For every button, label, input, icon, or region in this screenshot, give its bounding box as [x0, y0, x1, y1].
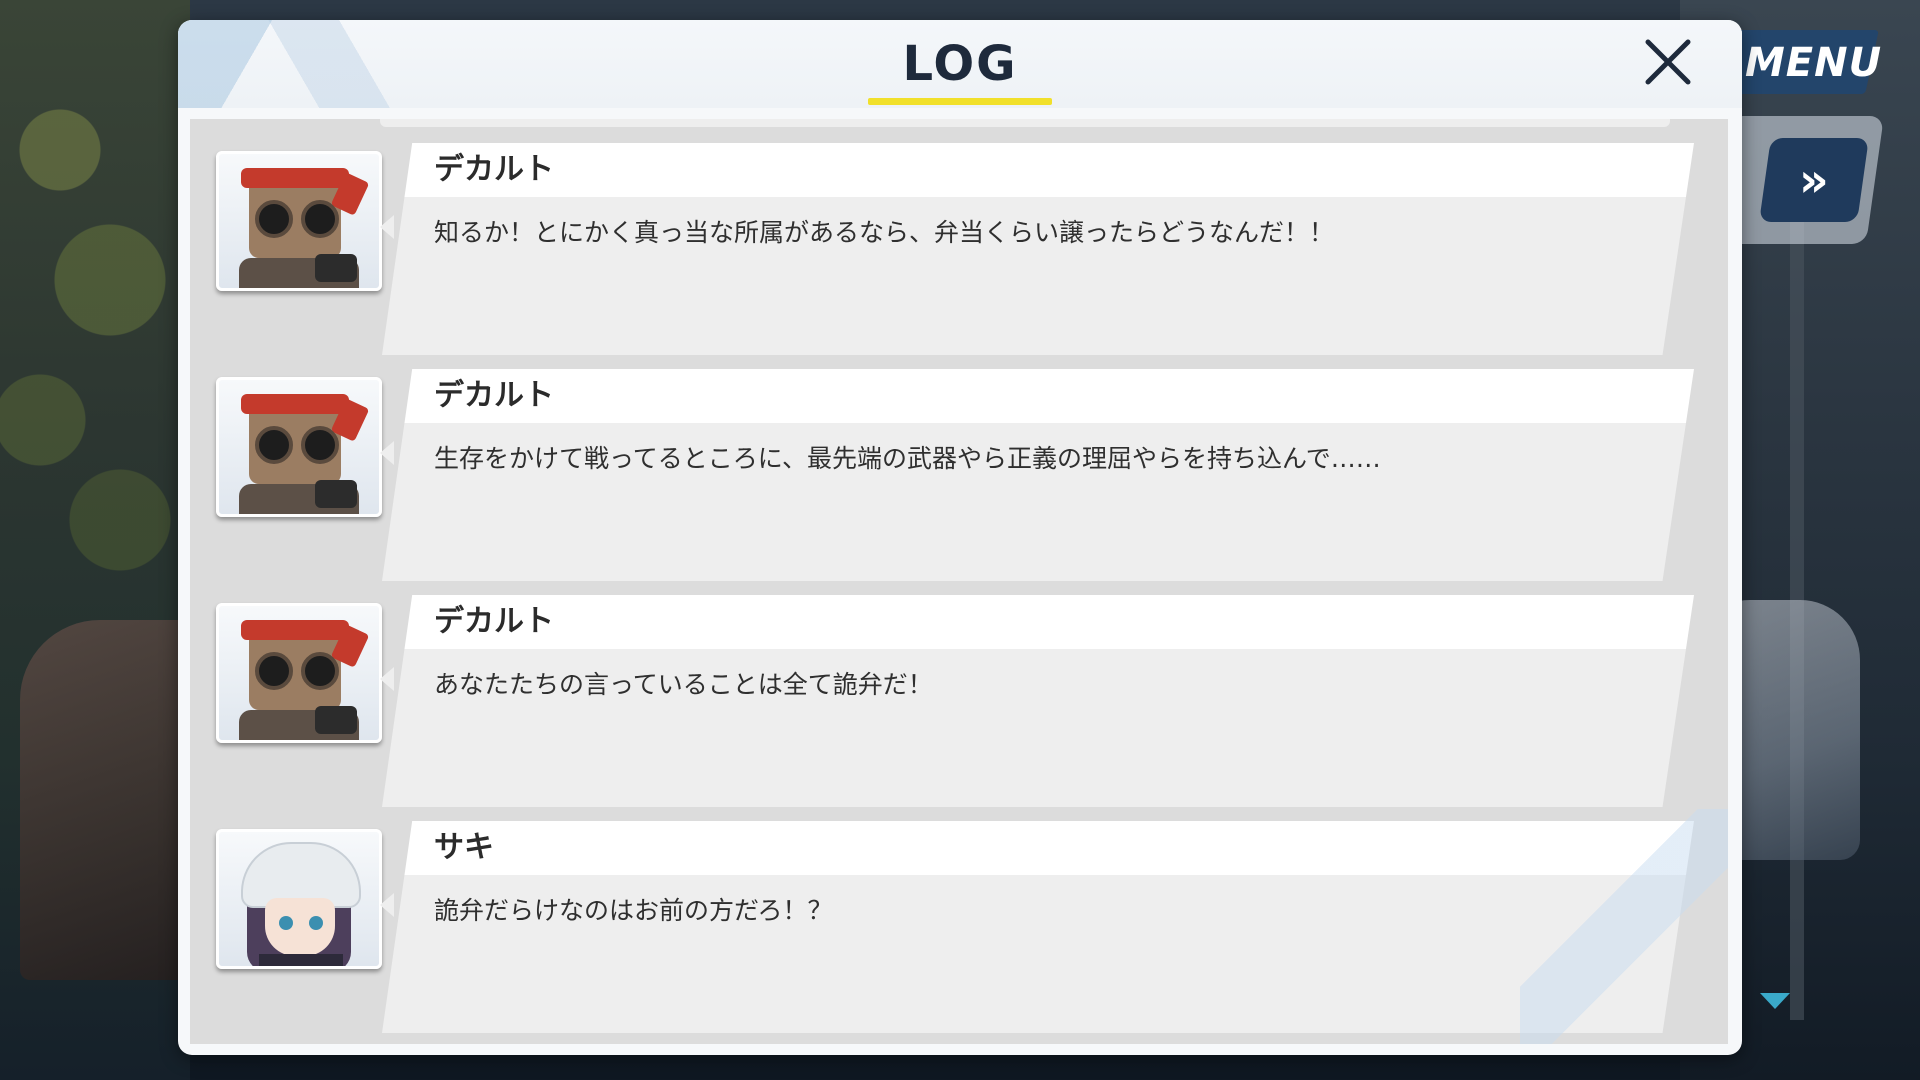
robot-avatar: [216, 377, 382, 517]
dialogue-text: 詭弁だらけなのはお前の方だろ！？: [434, 896, 833, 925]
log-entry: デカルト 生存をかけて戦ってるところに、最先端の武器やら正義の理屈やらを持ち込ん…: [190, 369, 1728, 587]
title-underline: [868, 98, 1052, 105]
avatar-pointer: [380, 893, 394, 917]
menu-label: MENU: [1745, 40, 1883, 86]
log-list[interactable]: デカルト 知るか！とにかく真っ当な所属があるなら、弁当くらい譲ったらどうなんだ！…: [190, 119, 1728, 1044]
fast-forward-icon: »: [1799, 153, 1829, 207]
modal-title: LOG: [902, 36, 1018, 92]
log-entry: サキ 詭弁だらけなのはお前の方だろ！？: [190, 821, 1728, 1039]
robot-avatar: [216, 603, 382, 743]
avatar-pointer: [380, 215, 394, 239]
modal-header: LOG: [178, 20, 1742, 108]
fast-forward-button[interactable]: »: [1759, 138, 1869, 222]
avatar-pointer: [380, 667, 394, 691]
speaker-name: デカルト: [434, 604, 554, 639]
log-entry: デカルト あなたたちの言っていることは全て詭弁だ！: [190, 595, 1728, 813]
dialogue-text: 知るか！とにかく真っ当な所属があるなら、弁当くらい譲ったらどうなんだ！！: [434, 218, 1335, 247]
triangle-down-icon: [1760, 993, 1790, 1009]
speaker-name: デカルト: [434, 152, 554, 187]
girl-avatar: [216, 829, 382, 969]
close-button[interactable]: [1640, 34, 1696, 90]
previous-entry-edge: [380, 119, 1670, 127]
close-icon: [1645, 39, 1691, 85]
avatar-pointer: [380, 441, 394, 465]
dialogue-text: あなたたちの言っていることは全て詭弁だ！: [434, 670, 933, 699]
robot-avatar: [216, 151, 382, 291]
log-entry: デカルト 知るか！とにかく真っ当な所属があるなら、弁当くらい譲ったらどうなんだ！…: [190, 143, 1728, 361]
speaker-name: サキ: [434, 830, 494, 865]
dialogue-text: 生存をかけて戦ってるところに、最先端の武器やら正義の理屈やらを持ち込んで……: [434, 444, 1381, 473]
speaker-name: デカルト: [434, 378, 554, 413]
log-modal: LOG デカルト 知るか！とにかく真っ当な所属があるなら、弁当くらい譲ったらどう…: [178, 20, 1742, 1055]
